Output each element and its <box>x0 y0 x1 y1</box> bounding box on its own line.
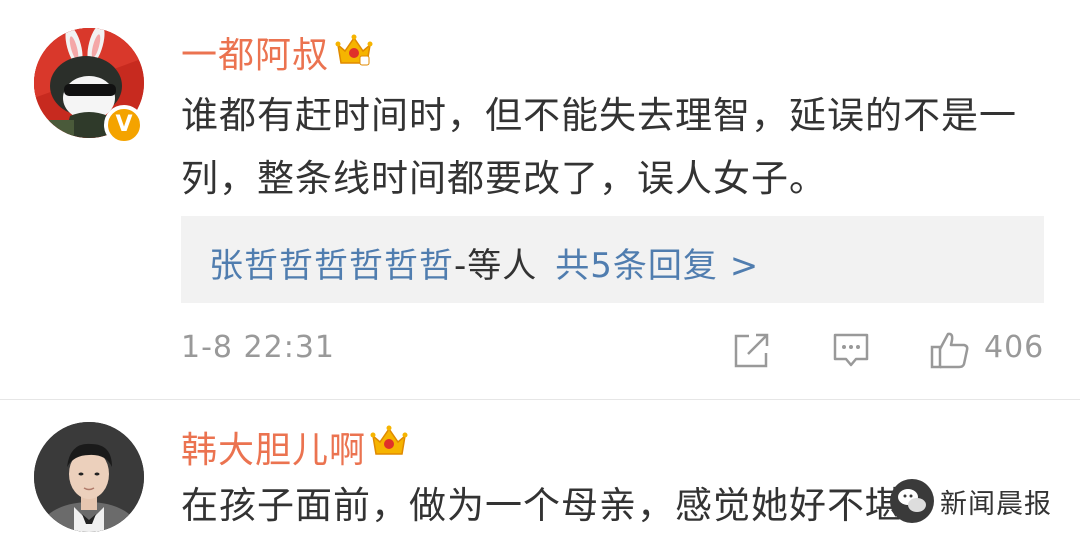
vip-crown-icon <box>370 425 408 455</box>
like-button[interactable]: 406 <box>930 330 1048 370</box>
comment-icon[interactable] <box>832 330 870 370</box>
verified-badge-icon: V <box>104 105 144 145</box>
reply-user-names[interactable]: 张哲哲哲哲哲哲 <box>209 246 454 286</box>
man-portrait-avatar-icon <box>34 422 144 532</box>
replies-preview[interactable]: 张哲哲哲哲哲哲-等人 共5条回复 > <box>181 216 1044 303</box>
timestamp: 1-8 22:31 <box>181 330 335 365</box>
comment-text: 谁都有赶时间时，但不能失去理智，延误的不是一列，整条线时间都要改了，误人女子。 <box>181 94 1017 200</box>
thumbs-up-icon <box>930 332 969 369</box>
watermark-label: 新闻晨报 <box>940 488 1052 520</box>
wechat-logo-icon <box>890 479 934 523</box>
share-icon[interactable] <box>732 330 770 370</box>
username[interactable]: 韩大胆儿啊 <box>181 421 366 473</box>
watermark: 新闻晨报 <box>890 476 1052 526</box>
comment-item: V 一都阿叔 谁都有赶时间时，但不能失去理智，延误的不是一列，整条线时间都要改了… <box>0 0 1080 400</box>
reply-count-link[interactable]: 共5条回复 > <box>555 246 759 286</box>
like-count: 406 <box>984 330 1045 365</box>
replies-summary: 张哲哲哲哲哲哲-等人 共5条回复 > <box>209 238 759 287</box>
avatar[interactable] <box>34 422 144 532</box>
vip-crown-icon <box>335 34 373 66</box>
username[interactable]: 一都阿叔 <box>181 26 329 78</box>
reply-separator: -等人 <box>454 246 538 286</box>
